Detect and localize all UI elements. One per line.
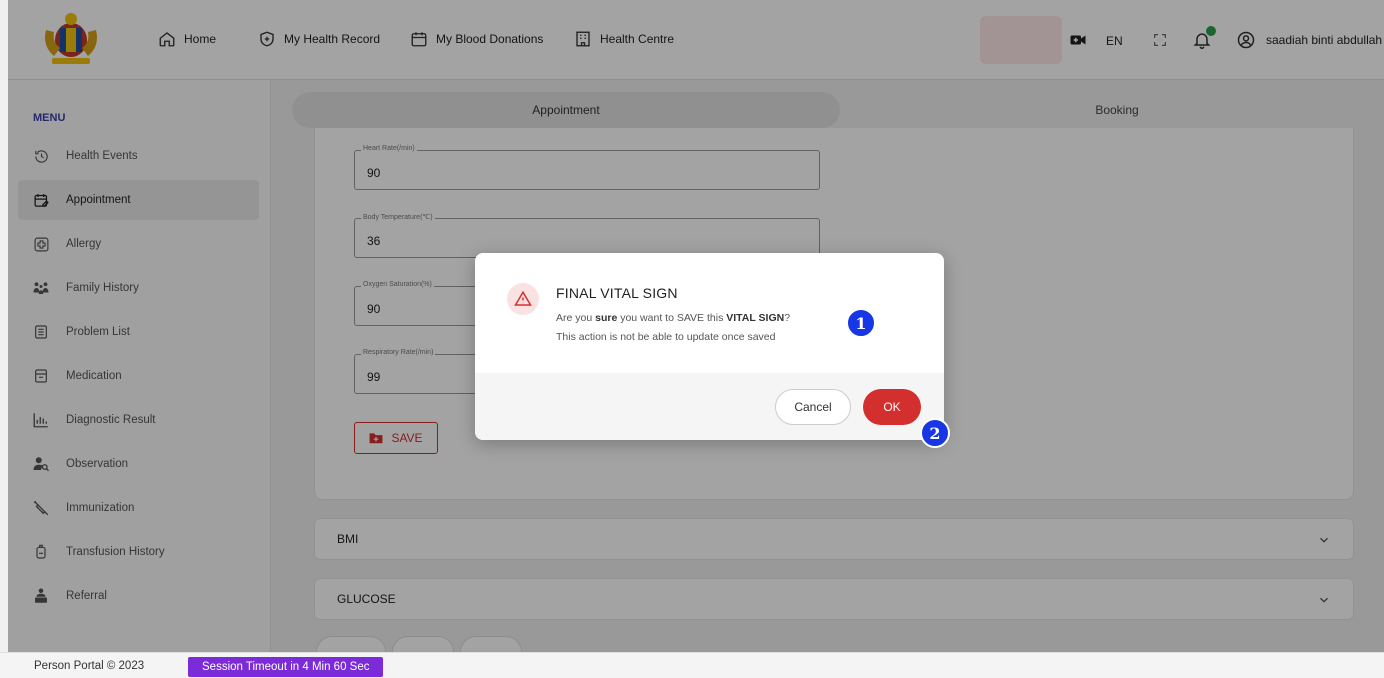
footer: Person Portal © 2023 Session Timeout in … — [0, 652, 1384, 678]
dialog-message-text: you want to SAVE this — [617, 312, 727, 324]
dialog-message-line2: This action is not be able to update onc… — [556, 331, 776, 343]
copyright-text: Person Portal © 2023 — [34, 660, 145, 672]
dialog-message: Are you sure you want to SAVE this VITAL… — [556, 309, 790, 347]
dialog-title: FINAL VITAL SIGN — [556, 285, 678, 301]
dialog-message-text: ? — [784, 312, 791, 324]
step-marker-2: 2 — [920, 418, 950, 448]
step-marker-1: 1 — [846, 308, 876, 338]
dialog-message-bold: VITAL SIGN — [726, 312, 785, 324]
cancel-button[interactable]: Cancel — [775, 389, 851, 425]
dialog-message-text: Are you — [556, 312, 596, 324]
confirm-dialog: FINAL VITAL SIGN Are you sure you want t… — [475, 253, 944, 440]
session-timeout-badge: Session Timeout in 4 Min 60 Sec — [188, 657, 384, 677]
warning-icon — [507, 283, 539, 315]
dialog-message-bold: sure — [595, 312, 618, 324]
ok-button[interactable]: OK — [863, 389, 921, 425]
